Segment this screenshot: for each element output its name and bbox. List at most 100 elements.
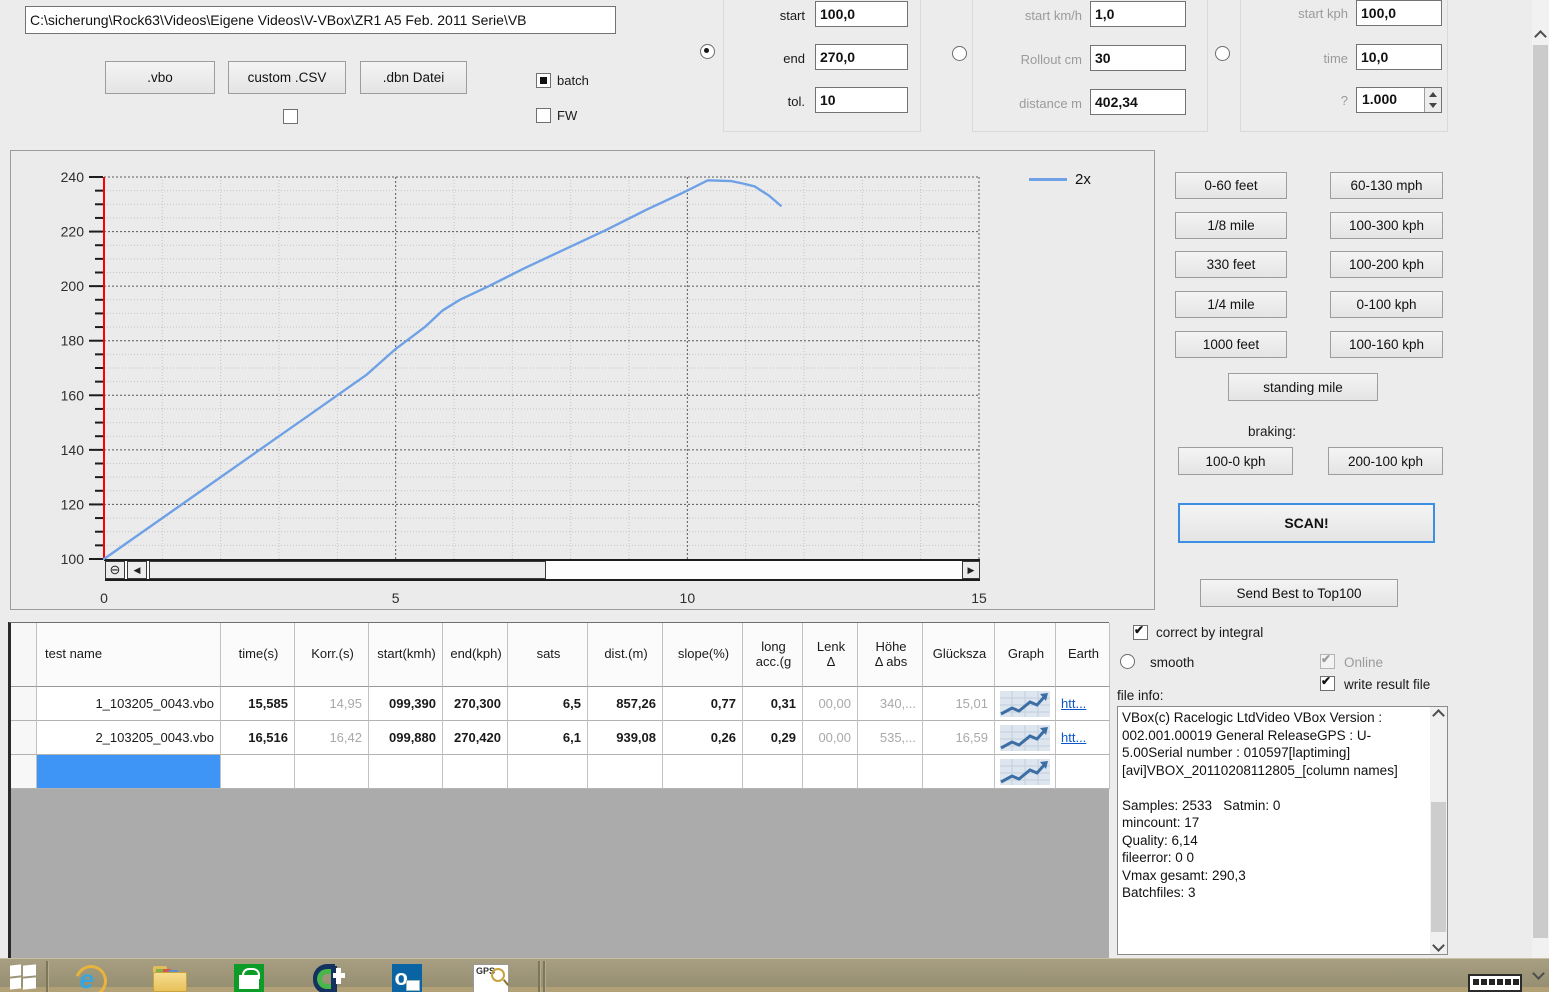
- table-cell-earth[interactable]: [1056, 755, 1110, 789]
- chart-zoom-out-icon[interactable]: ⊖: [105, 561, 125, 579]
- quick-button-standing-mile[interactable]: standing mile: [1228, 373, 1378, 401]
- file-path-input[interactable]: [25, 6, 616, 34]
- table-cell[interactable]: 15,585: [221, 687, 295, 721]
- table-cell[interactable]: 00,00: [803, 721, 858, 755]
- table-cell[interactable]: 857,26: [588, 687, 663, 721]
- table-cell[interactable]: [221, 755, 295, 789]
- chart-scroll-left-icon[interactable]: ◀: [127, 561, 147, 579]
- column-header-dist-m-[interactable]: dist.(m): [588, 623, 663, 687]
- quick-button-100-160-kph[interactable]: 100-160 kph: [1330, 331, 1443, 358]
- table-cell[interactable]: [369, 755, 443, 789]
- table-cell[interactable]: [37, 755, 221, 789]
- scroll-down-icon[interactable]: [1430, 937, 1447, 954]
- table-cell[interactable]: 15,01: [923, 687, 995, 721]
- dbn-file-button[interactable]: .dbn Datei: [360, 61, 467, 94]
- fw-checkbox[interactable]: [536, 108, 551, 123]
- table-cell[interactable]: [803, 755, 858, 789]
- quick-button-1-4-mile[interactable]: 1/4 mile: [1175, 291, 1287, 318]
- table-cell-graph[interactable]: [995, 721, 1056, 755]
- table-cell[interactable]: 099,390: [369, 687, 443, 721]
- table-cell[interactable]: 270,300: [443, 687, 508, 721]
- gps-tool-taskbar-button[interactable]: GPS: [446, 962, 536, 992]
- store-taskbar-button[interactable]: [210, 962, 287, 992]
- column-header-start-kmh-[interactable]: start(kmh): [369, 623, 443, 687]
- internet-explorer-taskbar-button[interactable]: e: [50, 962, 127, 992]
- table-cell[interactable]: 2_103205_0043.vbo: [37, 721, 221, 755]
- quick-button-330-feet[interactable]: 330 feet: [1175, 251, 1287, 278]
- table-cell[interactable]: [443, 755, 508, 789]
- table-cell[interactable]: [588, 755, 663, 789]
- table-cell[interactable]: 16,516: [221, 721, 295, 755]
- column-header-long[interactable]: long acc.(g: [743, 623, 803, 687]
- spin-down-icon[interactable]: [1429, 103, 1437, 108]
- quick-button-0-60-feet[interactable]: 0-60 feet: [1175, 172, 1287, 199]
- chart-scroll-thumb[interactable]: [149, 561, 546, 579]
- earth-link[interactable]: htt...: [1061, 730, 1086, 745]
- csv-option-checkbox[interactable]: [283, 109, 298, 124]
- table-cell[interactable]: [508, 755, 588, 789]
- column-header-earth[interactable]: Earth: [1056, 623, 1110, 687]
- g-app-taskbar-button[interactable]: [290, 962, 367, 992]
- table-cell[interactable]: [858, 755, 923, 789]
- chart-scroll-right-icon[interactable]: ▶: [962, 561, 980, 579]
- scan-button[interactable]: SCAN!: [1178, 503, 1435, 543]
- earth-link[interactable]: htt...: [1061, 696, 1086, 711]
- column-header-graph[interactable]: Graph: [995, 623, 1056, 687]
- table-cell[interactable]: 340,...: [858, 687, 923, 721]
- quick-button-100-200-kph[interactable]: 100-200 kph: [1330, 251, 1443, 278]
- row-header[interactable]: [11, 755, 37, 789]
- time-input[interactable]: [1356, 44, 1442, 70]
- scroll-up-icon[interactable]: [1430, 707, 1447, 724]
- start-speed-input[interactable]: [815, 1, 908, 27]
- quick-button-100-300-kph[interactable]: 100-300 kph: [1330, 212, 1443, 239]
- row-header[interactable]: [11, 687, 37, 721]
- table-cell[interactable]: [923, 755, 995, 789]
- smooth-radio[interactable]: [1120, 654, 1135, 669]
- end-speed-input[interactable]: [815, 44, 908, 70]
- quick-button-1-8-mile[interactable]: 1/8 mile: [1175, 212, 1287, 239]
- results-table[interactable]: test nametime(s)Korr.(s)start(kmh)end(kp…: [8, 622, 1109, 958]
- file-info-scrollbar[interactable]: [1430, 707, 1447, 954]
- table-cell[interactable]: [295, 755, 369, 789]
- custom-csv-button[interactable]: custom .CSV: [228, 61, 346, 94]
- mode-time-radio[interactable]: [1215, 46, 1230, 61]
- table-cell-earth[interactable]: htt...: [1056, 687, 1110, 721]
- graph-thumbnail-icon[interactable]: [1000, 691, 1050, 717]
- mode-speed-radio[interactable]: [700, 44, 715, 59]
- table-cell[interactable]: 16,59: [923, 721, 995, 755]
- file-info-box[interactable]: VBox(c) Racelogic LtdVideo VBox Version …: [1117, 706, 1448, 955]
- column-header-sats[interactable]: sats: [508, 623, 588, 687]
- spin-up-icon[interactable]: [1429, 92, 1437, 97]
- table-cell[interactable]: 6,5: [508, 687, 588, 721]
- column-header-test-name[interactable]: test name: [37, 623, 221, 687]
- chart-h-scrollbar[interactable]: ⊖ ◀ ▶: [105, 559, 980, 581]
- table-cell-graph[interactable]: [995, 687, 1056, 721]
- tol-input[interactable]: [815, 87, 908, 113]
- start-kmh-input[interactable]: [1090, 1, 1186, 27]
- table-cell[interactable]: 535,...: [858, 721, 923, 755]
- quick-button-60-130-mph[interactable]: 60-130 mph: [1330, 172, 1443, 199]
- batch-checkbox[interactable]: [536, 73, 551, 88]
- table-cell-earth[interactable]: htt...: [1056, 721, 1110, 755]
- table-cell[interactable]: 939,08: [588, 721, 663, 755]
- table-cell[interactable]: 00,00: [803, 687, 858, 721]
- speed-time-chart[interactable]: 100120140160180200220240051015: [11, 151, 1154, 609]
- column-header-end-kph-[interactable]: end(kph): [443, 623, 508, 687]
- app-scroll-down-icon[interactable]: [1534, 965, 1543, 983]
- app-scroll-up-icon[interactable]: [1536, 28, 1545, 46]
- file-explorer-taskbar-button[interactable]: [130, 962, 207, 992]
- table-cell[interactable]: 0,29: [743, 721, 803, 755]
- spinner-buttons[interactable]: [1424, 88, 1441, 112]
- row-header[interactable]: [11, 721, 37, 755]
- table-cell[interactable]: 6,1: [508, 721, 588, 755]
- graph-thumbnail-icon[interactable]: [1000, 759, 1050, 785]
- start-kph-input[interactable]: [1356, 0, 1442, 26]
- factor-spinner[interactable]: 1.000: [1356, 87, 1442, 113]
- column-header-slope-[interactable]: slope(%): [663, 623, 743, 687]
- outlook-taskbar-button[interactable]: o: [368, 962, 445, 992]
- mode-distance-radio[interactable]: [952, 46, 967, 61]
- app-scroll-thumb[interactable]: [1533, 45, 1548, 938]
- app-vertical-scrollbar[interactable]: [1532, 0, 1549, 992]
- write-result-file-checkbox[interactable]: ✔: [1320, 676, 1335, 691]
- table-cell[interactable]: 0,77: [663, 687, 743, 721]
